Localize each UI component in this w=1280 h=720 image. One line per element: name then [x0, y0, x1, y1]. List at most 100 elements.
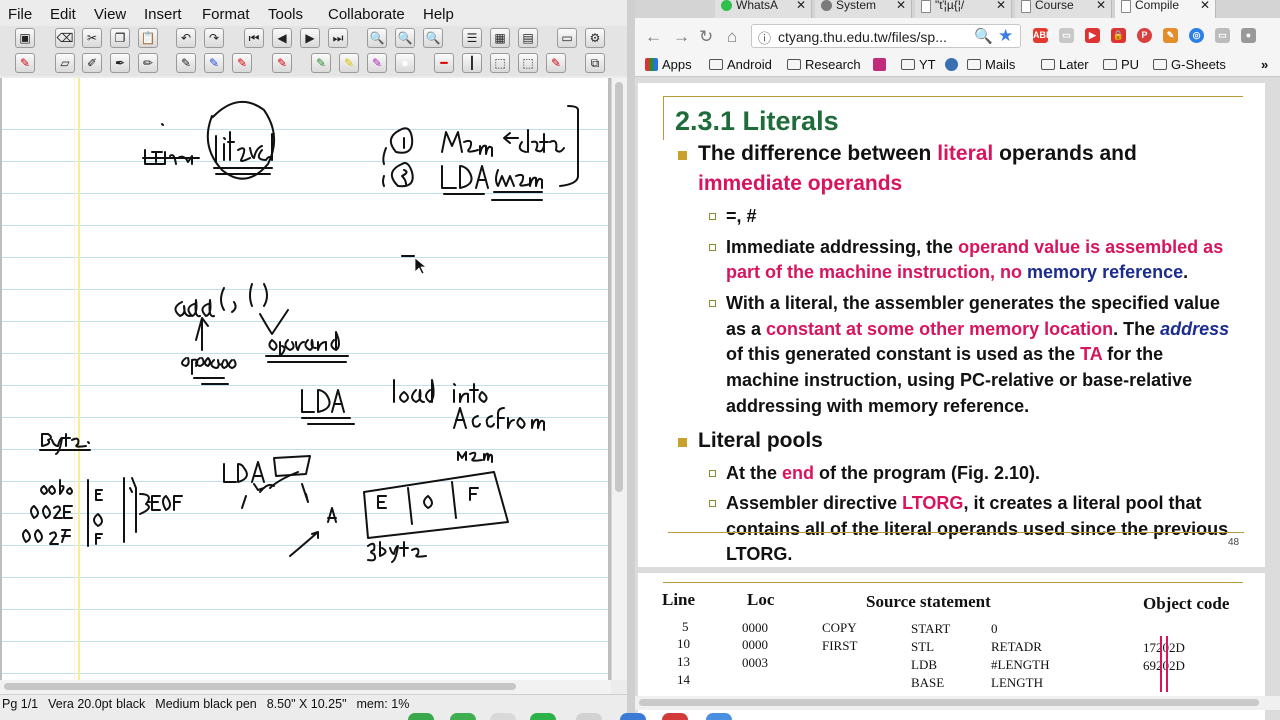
layout-vertical-icon[interactable]: ☰: [462, 28, 482, 48]
new-page-icon[interactable]: ⌫: [55, 28, 75, 48]
last-page-icon[interactable]: ⏭: [328, 28, 348, 48]
tab-course[interactable]: Course ✕: [1015, 0, 1112, 18]
forward-icon[interactable]: →: [673, 27, 690, 47]
next-page-icon[interactable]: ▶: [300, 28, 320, 48]
home-icon[interactable]: ⌂: [727, 27, 737, 47]
previous-page-icon[interactable]: ◀: [272, 28, 292, 48]
first-page-icon[interactable]: ⏮: [244, 28, 264, 48]
close-tab-icon[interactable]: ✕: [896, 0, 906, 11]
color-pen-icon[interactable]: ✎: [272, 53, 292, 73]
ruler-icon[interactable]: ✎: [176, 53, 196, 73]
tab-system[interactable]: System ✕: [815, 0, 912, 18]
save-icon[interactable]: ▣: [15, 28, 35, 48]
lock-extension-icon[interactable]: 🔒: [1111, 28, 1126, 43]
blue-pen-icon[interactable]: ✎: [204, 53, 224, 73]
paste-icon[interactable]: 📋: [138, 28, 158, 48]
cut-icon[interactable]: ✂: [82, 28, 102, 48]
bookmark-apps[interactable]: Apps: [645, 57, 692, 72]
close-tab-icon[interactable]: ✕: [796, 0, 806, 11]
close-tab-icon[interactable]: ✕: [1200, 0, 1210, 11]
scroll-thumb[interactable]: [639, 699, 1259, 706]
red-pen-icon[interactable]: ✎: [232, 53, 252, 73]
undo-icon[interactable]: ↶: [176, 28, 196, 48]
pinterest-icon[interactable]: P: [1137, 28, 1152, 43]
address-bar[interactable]: ⓘ ctyang.thu.edu.tw/files/sp... 🔍 ★: [751, 24, 1021, 48]
linkedin-icon[interactable]: [873, 57, 890, 72]
horizontal-scrollbar[interactable]: [0, 680, 611, 694]
adblock-icon[interactable]: ABP: [1033, 28, 1052, 43]
url-text[interactable]: ctyang.thu.edu.tw/files/sp...: [778, 29, 947, 45]
zoom-icon[interactable]: 🔍: [974, 27, 993, 45]
ruled-page[interactable]: [2, 78, 608, 680]
scroll-thumb[interactable]: [4, 683, 516, 690]
menu-format[interactable]: Format: [202, 6, 250, 23]
close-tab-icon[interactable]: ✕: [1096, 0, 1106, 11]
redo-icon[interactable]: ↷: [204, 28, 224, 48]
layout-grid-icon[interactable]: ▦: [490, 28, 510, 48]
dock-app-icon[interactable]: [576, 713, 602, 720]
dock-app-icon[interactable]: [450, 713, 476, 720]
dock-app-icon[interactable]: [490, 713, 516, 720]
reload-icon[interactable]: ↻: [699, 27, 713, 47]
zoom-fit-icon[interactable]: 🔍: [395, 28, 415, 48]
page-setup-icon[interactable]: ▭: [557, 28, 577, 48]
highlighter-icon[interactable]: ✐: [82, 53, 102, 73]
text-tool-icon[interactable]: ✒: [110, 53, 130, 73]
bookmark-star-icon[interactable]: ★: [998, 26, 1013, 46]
dock-app-icon[interactable]: [530, 713, 556, 720]
zoom-in-icon[interactable]: 🔍: [423, 28, 443, 48]
bookmark-mails[interactable]: Mails: [967, 57, 1015, 72]
vertical-scrollbar[interactable]: [611, 78, 628, 680]
more-bookmarks-icon[interactable]: »: [1261, 57, 1268, 72]
info-icon[interactable]: ⓘ: [758, 28, 771, 47]
dock-app-icon[interactable]: [706, 713, 732, 720]
profile-icon[interactable]: ●: [1241, 28, 1256, 43]
white-pen-icon[interactable]: ●: [395, 53, 415, 73]
youtube-icon[interactable]: ▶: [1085, 28, 1100, 43]
select-region-icon[interactable]: ⬚: [518, 53, 538, 73]
vertical-line-icon[interactable]: ┃: [462, 53, 482, 73]
bookmark-pu[interactable]: PU: [1103, 57, 1139, 72]
menu-file[interactable]: File: [8, 6, 32, 23]
tab-whatsapp[interactable]: WhatsA ✕: [715, 0, 812, 18]
green-pen-icon[interactable]: ✎: [311, 53, 331, 73]
pdf-viewer[interactable]: 2.3.1 Literals The difference between li…: [635, 77, 1280, 720]
pen-extension-icon[interactable]: ✎: [1163, 28, 1178, 43]
yellow-pen-icon[interactable]: ✎: [339, 53, 359, 73]
zoom-out-icon[interactable]: 🔍: [367, 28, 387, 48]
copy-icon[interactable]: ❐: [110, 28, 130, 48]
dock-app-icon[interactable]: [408, 713, 434, 720]
globe-extension-icon[interactable]: ◎: [1189, 28, 1204, 43]
select-rect-icon[interactable]: ⬚: [490, 53, 510, 73]
pen-options-icon[interactable]: ✎: [546, 53, 566, 73]
bookmark-later[interactable]: Later: [1041, 57, 1089, 72]
fullscreen-icon[interactable]: ▤: [518, 28, 538, 48]
thin-line-icon[interactable]: ━: [434, 53, 454, 73]
settings-icon[interactable]: ⚙: [585, 28, 605, 48]
menu-insert[interactable]: Insert: [144, 6, 182, 23]
menu-tools[interactable]: Tools: [268, 6, 303, 23]
extension-icon[interactable]: ▭: [1059, 28, 1074, 43]
menu-view[interactable]: View: [94, 6, 126, 23]
bookmark-yt[interactable]: YT: [901, 57, 936, 72]
shape-tool-icon[interactable]: ✏: [138, 53, 158, 73]
tab-compile[interactable]: Compile ✕: [1115, 0, 1216, 18]
cast-icon[interactable]: ▭: [1215, 28, 1230, 43]
bookmark-gsheets[interactable]: G-Sheets: [1153, 57, 1226, 72]
menu-collaborate[interactable]: Collaborate: [328, 6, 405, 23]
bookmark-research[interactable]: Research: [787, 57, 861, 72]
tab-document[interactable]: "ť¦µ{¦/✕: [915, 0, 1012, 18]
close-tab-icon[interactable]: ✕: [996, 0, 1006, 11]
bookmark-android[interactable]: Android: [709, 57, 772, 72]
pen-tool-icon[interactable]: ✎: [15, 53, 35, 73]
duplicate-icon[interactable]: ⧉: [585, 53, 605, 73]
eraser-icon[interactable]: ▱: [55, 53, 75, 73]
canvas-area[interactable]: [0, 78, 611, 680]
dock-app-icon[interactable]: [662, 713, 688, 720]
wordpress-icon[interactable]: [945, 57, 962, 72]
menu-edit[interactable]: Edit: [50, 6, 76, 23]
menu-help[interactable]: Help: [423, 6, 454, 23]
horizontal-scrollbar[interactable]: [635, 696, 1280, 710]
magenta-pen-icon[interactable]: ✎: [367, 53, 387, 73]
back-icon[interactable]: ←: [645, 27, 662, 47]
